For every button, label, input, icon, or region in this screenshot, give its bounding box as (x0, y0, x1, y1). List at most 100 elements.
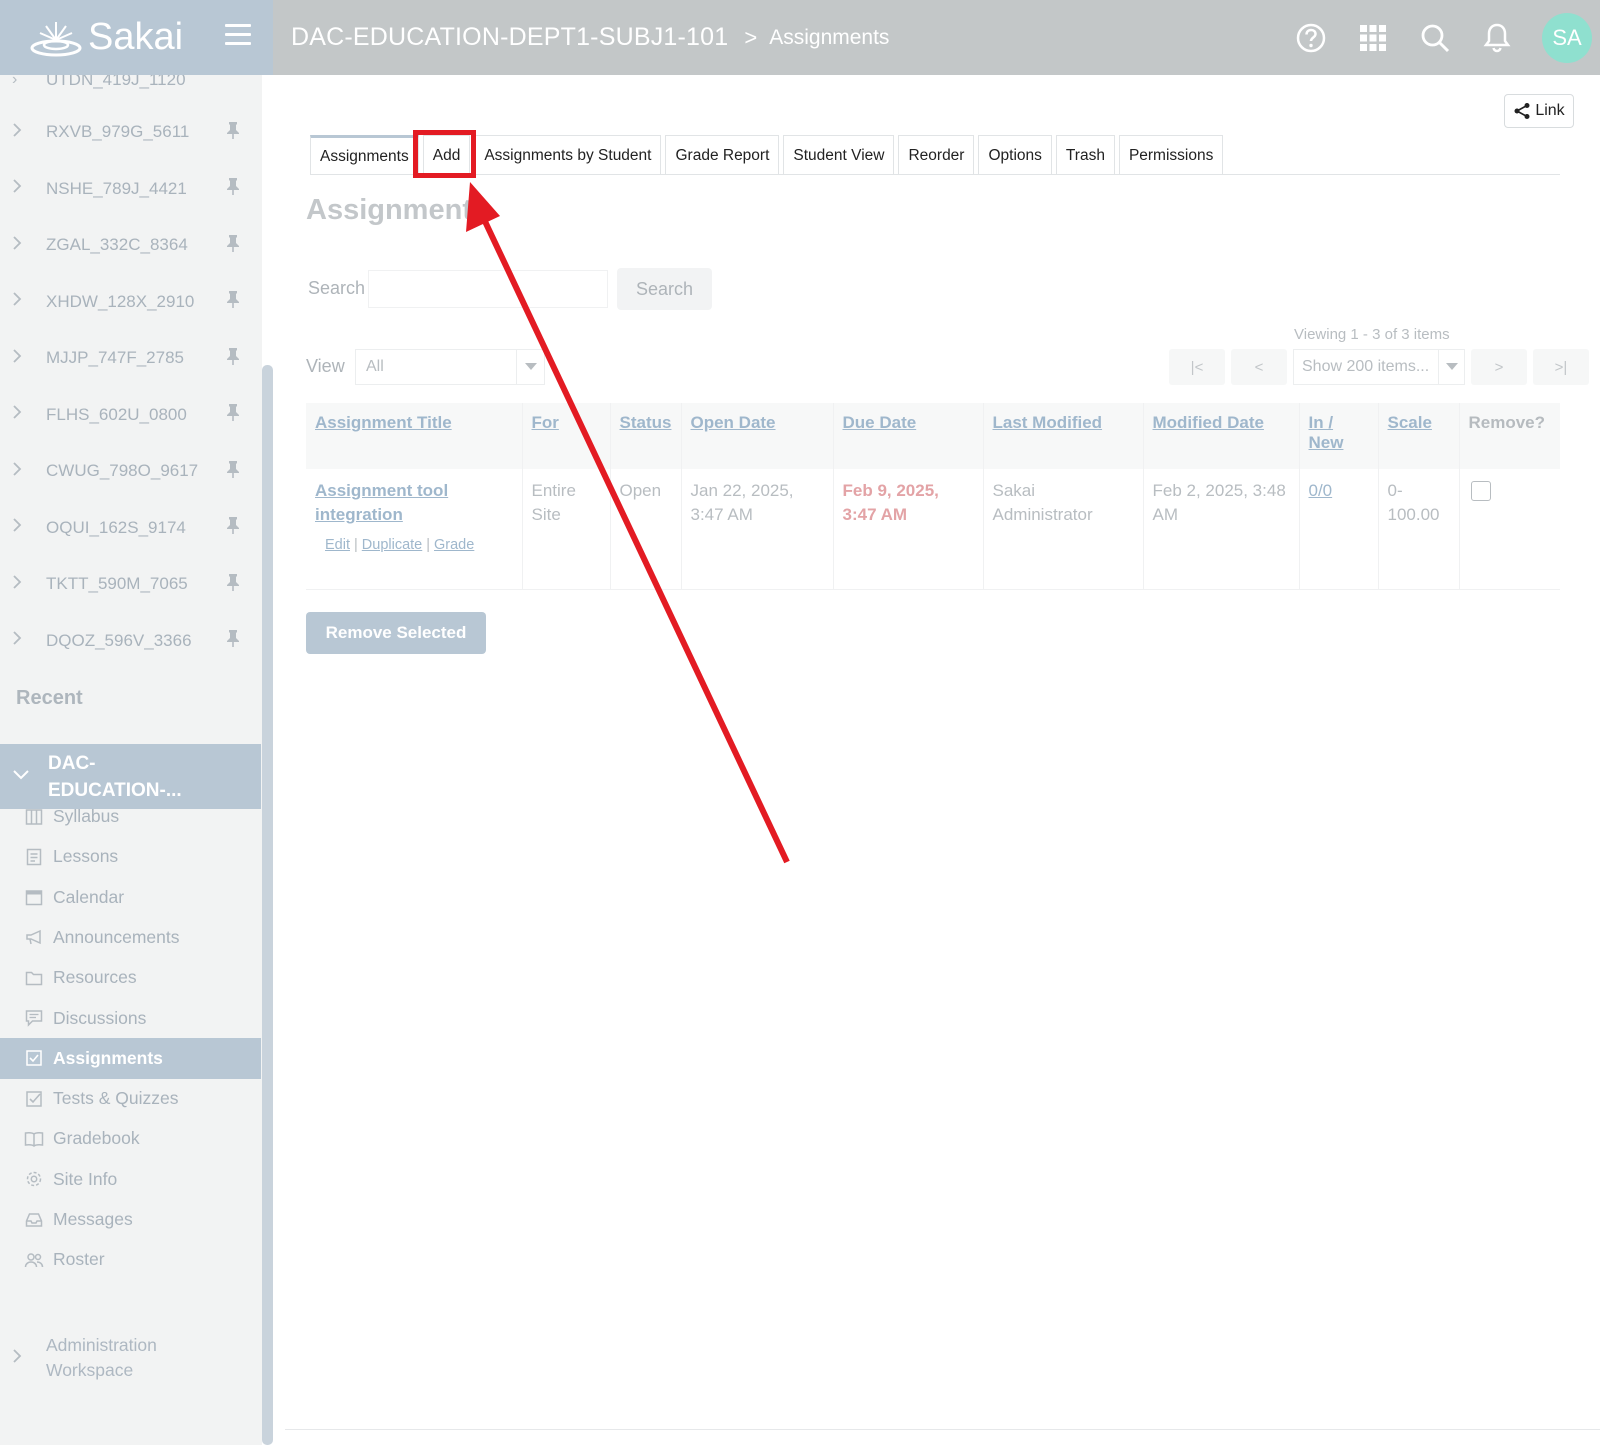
prev-page-button[interactable]: < (1231, 349, 1287, 385)
sort-in-new-link[interactable]: In / New (1309, 413, 1344, 452)
tab-grade-report[interactable]: Grade Report (665, 135, 780, 175)
sidebar-site-partial[interactable]: › UTDN_419J_1120 (0, 75, 260, 100)
sort-scale-link[interactable]: Scale (1388, 413, 1432, 432)
tab-trash[interactable]: Trash (1055, 135, 1115, 175)
remove-checkbox[interactable] (1470, 481, 1491, 501)
search-icon[interactable] (1404, 23, 1466, 53)
link-button[interactable]: Link (1504, 94, 1574, 128)
sort-modified-date-link[interactable]: Modified Date (1153, 413, 1264, 432)
sidebar-tool-calendar[interactable]: Calendar (0, 877, 261, 918)
sidebar-tool-lessons[interactable]: Lessons (0, 836, 261, 877)
due-line2: 3:47 AM (842, 505, 908, 524)
pin-icon[interactable] (226, 234, 240, 257)
tab-reorder[interactable]: Reorder (898, 135, 975, 175)
sidebar-scrollbar[interactable] (262, 365, 273, 1445)
tab-assignments-by-student[interactable]: Assignments by Student (474, 135, 662, 175)
header-due-date[interactable]: Due Date (833, 403, 984, 469)
cell-modified-date: Feb 2, 2025, 3:48 AM (1143, 469, 1300, 590)
pin-icon[interactable] (226, 403, 240, 426)
breadcrumb-tool[interactable]: Assignments (769, 26, 889, 50)
site-name: ZGAL_332C_8364 (46, 235, 188, 254)
tab-assignments[interactable]: Assignments (310, 135, 419, 175)
sidebar-site[interactable]: TKTT_590M_7065 (0, 564, 260, 604)
duplicate-link[interactable]: Duplicate (362, 537, 422, 553)
pin-icon[interactable] (226, 573, 240, 596)
chevron-down-icon (12, 768, 32, 786)
sidebar-tool-messages[interactable]: Messages (0, 1199, 261, 1240)
site-title[interactable]: DAC-EDUCATION-DEPT1-SUBJ1-101 (291, 23, 728, 52)
sidebar-site[interactable]: CWUG_798O_9617 (0, 451, 260, 491)
separator: | (426, 537, 431, 553)
sidebar-site[interactable]: NSHE_789J_4421 (0, 169, 260, 209)
sidebar-site[interactable]: DQOZ_596V_3366 (0, 621, 260, 661)
bell-icon[interactable] (1466, 22, 1528, 54)
first-page-button[interactable]: |< (1169, 349, 1225, 385)
sidebar-site[interactable]: ZGAL_332C_8364 (0, 225, 260, 265)
in-new-line2: New (1308, 433, 1344, 452)
syllabus-icon (24, 808, 44, 826)
sidebar-tool-site-info[interactable]: Site Info (0, 1159, 261, 1200)
search-input[interactable] (368, 270, 608, 308)
pin-icon[interactable] (226, 347, 240, 370)
pin-icon[interactable] (226, 460, 240, 483)
sort-status-link[interactable]: Status (620, 413, 672, 432)
title-line1: Assignment tool (315, 481, 449, 500)
header-for[interactable]: For (522, 403, 611, 469)
tab-permissions[interactable]: Permissions (1118, 135, 1224, 175)
edit-link[interactable]: Edit (325, 537, 350, 553)
sort-for-link[interactable]: For (532, 413, 559, 432)
header-in-new[interactable]: In / New (1299, 403, 1379, 469)
sidebar-site[interactable]: XHDW_128X_2910 (0, 282, 260, 322)
pin-icon[interactable] (226, 516, 240, 539)
header-modified-date[interactable]: Modified Date (1143, 403, 1300, 469)
sidebar-site[interactable]: FLHS_602U_0800 (0, 395, 260, 435)
sidebar-tool-gradebook[interactable]: Gradebook (0, 1118, 261, 1159)
header-title[interactable]: Assignment Title (306, 403, 523, 469)
sort-due-date-link[interactable]: Due Date (843, 413, 917, 432)
user-avatar[interactable]: SA (1542, 12, 1592, 63)
next-page-button[interactable]: > (1471, 349, 1527, 385)
topbar: DAC-EDUCATION-DEPT1-SUBJ1-101 > Assignme… (273, 0, 1600, 75)
sort-last-modified-link[interactable]: Last Modified (993, 413, 1103, 432)
gear-icon (24, 1170, 44, 1188)
in-new-link[interactable]: 0/0 (1309, 481, 1333, 500)
sidebar-site-admin-workspace[interactable]: Administration Workspace (0, 1328, 261, 1388)
sidebar-tool-syllabus[interactable]: Syllabus (0, 796, 261, 837)
assignment-title-link[interactable]: Assignment tool integration (315, 481, 448, 524)
tab-student-view[interactable]: Student View (783, 135, 895, 175)
pin-icon[interactable] (226, 177, 240, 200)
header-status[interactable]: Status (610, 403, 682, 469)
header-open-date[interactable]: Open Date (681, 403, 834, 469)
sidebar-tool-assignments[interactable]: Assignments (0, 1037, 261, 1079)
grade-link[interactable]: Grade (434, 537, 474, 553)
sort-open-date-link[interactable]: Open Date (691, 413, 776, 432)
pin-icon[interactable] (226, 121, 240, 144)
sakai-logo[interactable]: Sakai (30, 16, 183, 59)
sidebar-tool-announcements[interactable]: Announcements (0, 917, 261, 958)
header-last-modified[interactable]: Last Modified (983, 403, 1144, 469)
last-page-button[interactable]: >| (1533, 349, 1589, 385)
sidebar-tool-discussions[interactable]: Discussions (0, 998, 261, 1039)
pin-icon[interactable] (226, 290, 240, 313)
view-filter-select[interactable]: All (355, 349, 545, 385)
header-scale[interactable]: Scale (1378, 403, 1460, 469)
sidebar-site[interactable]: RXVB_979G_5611 (0, 112, 260, 152)
sidebar-site[interactable]: MJJP_747F_2785 (0, 338, 260, 378)
apps-grid-icon[interactable] (1342, 24, 1404, 52)
sakai-logo-icon (30, 21, 82, 56)
tab-options[interactable]: Options (978, 135, 1052, 175)
cell-last-modified: Sakai Administrator (983, 469, 1144, 590)
page-size-select[interactable]: Show 200 items... (1293, 349, 1465, 385)
sidebar-tool-tests-quizzes[interactable]: Tests & Quizzes (0, 1078, 261, 1119)
search-button[interactable]: Search (617, 268, 712, 310)
sidebar-tool-resources[interactable]: Resources (0, 957, 261, 998)
view-label: View (306, 356, 345, 376)
remove-selected-button[interactable]: Remove Selected (306, 612, 486, 654)
help-icon[interactable] (1280, 22, 1342, 54)
pin-icon[interactable] (226, 629, 240, 652)
sidebar-tool-roster[interactable]: Roster (0, 1239, 261, 1280)
sidebar-site[interactable]: OQUI_162S_9174 (0, 508, 260, 548)
sort-title-link[interactable]: Assignment Title (315, 413, 452, 432)
menu-toggle-icon[interactable] (225, 24, 251, 48)
chevron-right-icon (12, 291, 28, 312)
